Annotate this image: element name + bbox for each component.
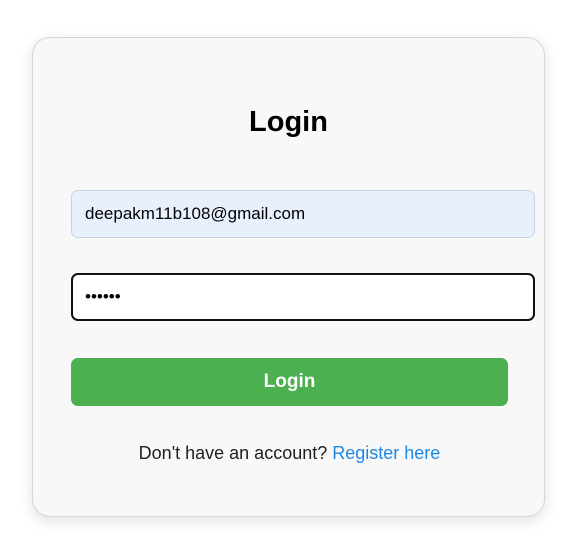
register-prompt: Don't have an account? Register here [71,441,508,465]
register-prompt-text: Don't have an account? [138,443,333,463]
page-title: Login [249,106,328,138]
login-card: Login Login Don't have an account? Regis… [32,37,545,517]
email-field[interactable] [71,190,535,238]
login-button[interactable]: Login [71,358,508,406]
register-link[interactable]: Register here [332,443,440,463]
password-field[interactable] [71,273,535,321]
